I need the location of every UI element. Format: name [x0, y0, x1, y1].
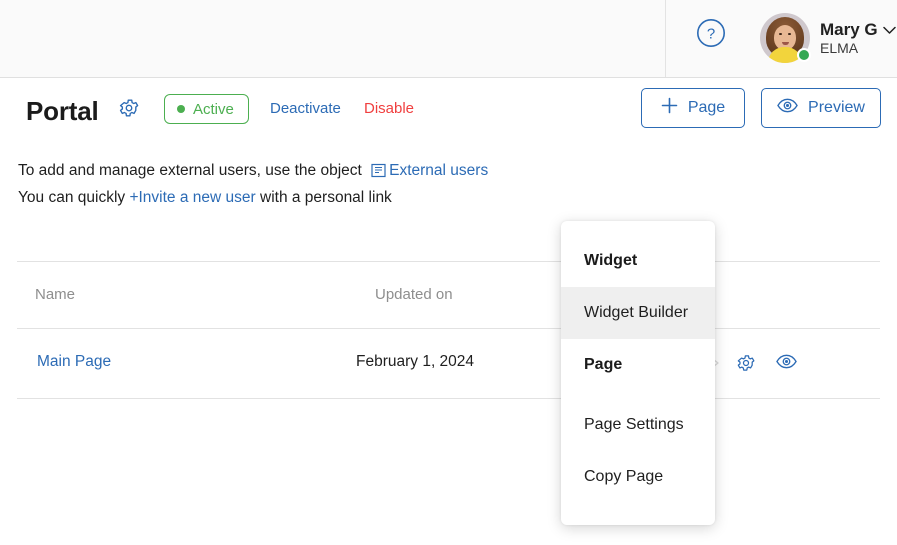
- online-status-dot: [797, 48, 811, 62]
- help-icon[interactable]: ?: [696, 18, 726, 48]
- deactivate-link[interactable]: Deactivate: [270, 100, 341, 117]
- info-line-2: You can quickly +Invite a new user with …: [18, 184, 488, 211]
- menu-group-widget: Widget: [584, 252, 638, 269]
- status-badge[interactable]: Active: [164, 94, 249, 124]
- external-users-link[interactable]: External users: [389, 157, 488, 184]
- user-name: Mary G: [820, 19, 878, 39]
- info-line-1: To add and manage external users, use th…: [18, 157, 488, 184]
- row-eye-icon[interactable]: [776, 354, 797, 372]
- add-page-button[interactable]: Page: [641, 88, 745, 128]
- context-menu: Widget Widget Builder Page Page Settings…: [561, 221, 715, 525]
- menu-item-copy-page[interactable]: Copy Page: [561, 451, 715, 503]
- plus-icon: [661, 97, 678, 119]
- menu-item-page-settings[interactable]: Page Settings: [561, 399, 715, 451]
- table-row-divider: [17, 398, 880, 399]
- menu-group-page: Page: [584, 356, 623, 373]
- app-screen: ? Mary G ELMA Portal Active Deactivate D…: [0, 0, 897, 545]
- column-header-updated-on[interactable]: Updated on: [375, 286, 453, 303]
- gear-icon[interactable]: [118, 97, 140, 119]
- user-name-row: Mary G: [820, 20, 896, 39]
- menu-item-widget-builder[interactable]: Widget Builder: [561, 287, 715, 339]
- top-bar: ? Mary G ELMA: [0, 0, 897, 78]
- add-page-label: Page: [687, 99, 726, 116]
- eye-icon: [777, 98, 798, 118]
- info-line1-prefix: To add and manage external users, use th…: [18, 162, 367, 179]
- table-row-name-link[interactable]: Main Page: [37, 353, 111, 371]
- topbar-divider: [665, 0, 666, 77]
- user-menu[interactable]: Mary G ELMA: [760, 13, 896, 63]
- status-dot-icon: [177, 105, 185, 113]
- user-info: Mary G ELMA: [820, 20, 896, 57]
- row-gear-icon[interactable]: [736, 353, 756, 373]
- table-header-divider: [17, 328, 880, 329]
- preview-label: Preview: [808, 99, 865, 116]
- avatar: [760, 13, 811, 63]
- disable-link[interactable]: Disable: [364, 100, 414, 117]
- invite-user-link[interactable]: +Invite a new user: [129, 184, 255, 211]
- chevron-down-icon[interactable]: [882, 20, 896, 39]
- menu-spacer: [561, 391, 715, 399]
- status-badge-label: Active: [193, 100, 234, 118]
- info-block: To add and manage external users, use th…: [18, 157, 488, 211]
- table-top-divider: [17, 261, 880, 262]
- column-header-name[interactable]: Name: [35, 286, 75, 303]
- user-org: ELMA: [820, 39, 859, 56]
- info-line2-prefix: You can quickly: [18, 189, 130, 206]
- table-row-updated-on: February 1, 2024: [356, 353, 475, 370]
- info-line2-suffix: with a personal link: [255, 189, 392, 206]
- svg-text:?: ?: [707, 26, 715, 43]
- page-title: Portal: [26, 96, 99, 126]
- preview-button[interactable]: Preview: [761, 88, 881, 128]
- object-book-icon: [371, 163, 386, 178]
